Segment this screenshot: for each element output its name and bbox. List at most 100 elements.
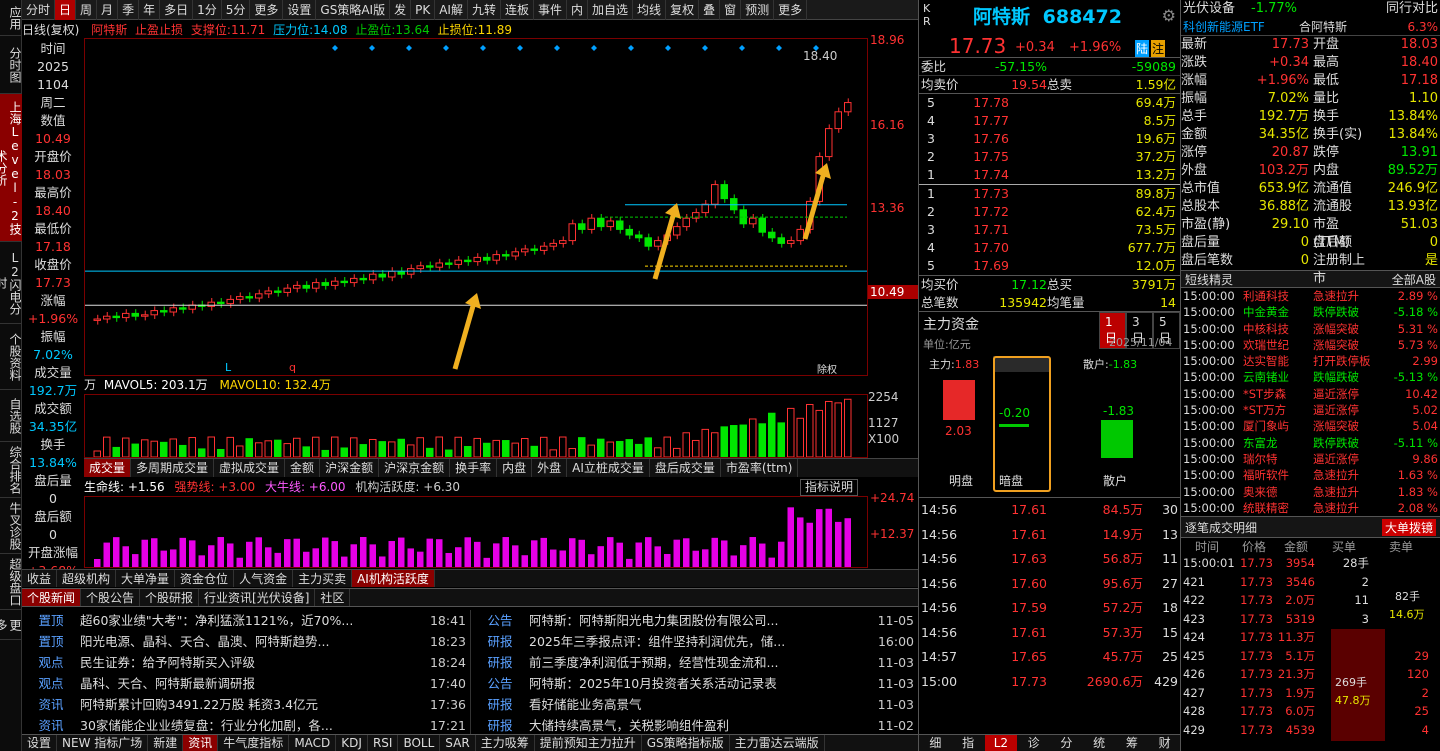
- volume-chart[interactable]: [84, 394, 868, 458]
- toolbar-item[interactable]: 设置: [283, 0, 317, 20]
- indicator-chart[interactable]: [84, 496, 868, 568]
- toolbar-item[interactable]: 月: [97, 0, 119, 20]
- indicator-tab[interactable]: 收益: [22, 570, 58, 587]
- bottom-bar-item[interactable]: 提前预知主力拉升: [535, 735, 642, 751]
- news-title[interactable]: 晶科、天合、阿特斯最新调研报: [80, 673, 418, 694]
- bottom-bar-item[interactable]: GS策略指标版: [642, 735, 730, 751]
- news-item[interactable]: 研报 大储持续高景气，关税影响组件盈利 11-02: [471, 715, 918, 736]
- indicator-tab[interactable]: AI机构活跃度: [352, 570, 435, 587]
- volume-tab[interactable]: 换手率: [450, 459, 498, 477]
- ask-price[interactable]: 17.74: [943, 166, 1009, 184]
- toolbar-item[interactable]: 复权: [666, 0, 700, 20]
- etf-name[interactable]: 科创新能源ETF: [1181, 18, 1299, 35]
- volume-tab[interactable]: 沪深金额: [320, 459, 380, 477]
- spirit-stock[interactable]: 中金黄金: [1243, 304, 1313, 320]
- bottom-bar-item[interactable]: 新建: [148, 735, 184, 751]
- news-tab[interactable]: 社区: [315, 589, 351, 606]
- quote-bottom-tab[interactable]: 财: [1148, 735, 1181, 751]
- spirit-stock[interactable]: 中核科技: [1243, 321, 1313, 337]
- news-title[interactable]: 2025年三季报点评：组件坚持利润优先，储...: [529, 631, 866, 652]
- peer-compare-button[interactable]: 同行对比: [1341, 0, 1440, 18]
- ask-price[interactable]: 17.76: [943, 130, 1009, 148]
- news-item[interactable]: 研报 前三季度净利润低于预期，经营性现金流和... 11-03: [471, 652, 918, 673]
- news-tab[interactable]: 行业资讯[光伏设备]: [199, 589, 316, 606]
- left-nav-tab[interactable]: 更多: [0, 610, 22, 640]
- quote-bottom-tab[interactable]: 细: [919, 735, 952, 751]
- left-nav-tab[interactable]: 超级盘口: [0, 554, 22, 610]
- toolbar-item[interactable]: 季: [118, 0, 140, 20]
- spirit-row[interactable]: 15:00:00 厦门象屿 涨幅突破 5.04: [1181, 418, 1440, 434]
- volume-tab[interactable]: 金额: [285, 459, 321, 477]
- ask-price[interactable]: 17.75: [943, 148, 1009, 166]
- toolbar-item[interactable]: 多日: [160, 0, 194, 20]
- toolbar-item[interactable]: 1分: [193, 0, 222, 20]
- gear-icon[interactable]: ⚙: [1162, 6, 1176, 25]
- quote-bottom-tab[interactable]: 统: [1083, 735, 1116, 751]
- toolbar-item[interactable]: 连板: [501, 0, 534, 20]
- bid-price[interactable]: 17.69: [943, 257, 1009, 275]
- toolbar-item[interactable]: PK: [411, 0, 436, 20]
- left-nav-tab[interactable]: 个股资料: [0, 324, 22, 390]
- indicator-help-button[interactable]: 指标说明: [800, 479, 859, 496]
- volume-tab[interactable]: 多周期成交量: [131, 459, 215, 477]
- left-nav-tab[interactable]: 综合排名: [0, 442, 22, 498]
- toolbar-item[interactable]: 窗: [720, 0, 742, 20]
- toolbar-item[interactable]: GS策略AI版: [316, 0, 391, 20]
- indicator-tab[interactable]: 超级机构: [57, 570, 117, 587]
- spirit-stock[interactable]: 达实智能: [1243, 353, 1313, 369]
- toolbar-item[interactable]: AI解: [435, 0, 468, 20]
- bottom-bar-item[interactable]: 资讯: [183, 735, 219, 751]
- news-title[interactable]: 前三季度净利润低于预期，经营性现金流和...: [529, 652, 866, 673]
- volume-tab[interactable]: 沪深京金额: [379, 459, 451, 477]
- news-title[interactable]: 30家储能企业业绩复盘：行业分化加剧，各...: [80, 715, 418, 736]
- toolbar-item[interactable]: 发: [390, 0, 412, 20]
- left-nav-tab[interactable]: L2闪电分时: [0, 242, 22, 324]
- spirit-stock[interactable]: 奥来德: [1243, 484, 1313, 500]
- toolbar-item[interactable]: 5分: [222, 0, 251, 20]
- sector-name[interactable]: 光伏设备: [1181, 0, 1251, 18]
- spirit-row[interactable]: 15:00:00 瑞尔特 逼近涨停 9.86: [1181, 451, 1440, 467]
- news-title[interactable]: 阿特斯：2025年10月投资者关系活动记录表: [529, 673, 866, 694]
- left-nav-tab[interactable]: 上海Level-2技术分析: [0, 94, 22, 242]
- spirit-row[interactable]: 15:00:00 统联精密 急速拉升 2.08 %: [1181, 500, 1440, 516]
- spirit-stock[interactable]: 瑞尔特: [1243, 451, 1313, 467]
- news-item[interactable]: 研报 2025年三季报点评：组件坚持利润优先，储... 16:00: [471, 631, 918, 652]
- toolbar-item[interactable]: 周: [76, 0, 98, 20]
- news-item[interactable]: 公告 阿特斯：2025年10月投资者关系活动记录表 11-03: [471, 673, 918, 694]
- indicator-name[interactable]: 止盈止损: [135, 23, 183, 37]
- indicator-tab[interactable]: 资金仓位: [175, 570, 235, 587]
- spirit-row[interactable]: 15:00:00 福昕软件 急速拉升 1.63 %: [1181, 467, 1440, 483]
- volume-tab[interactable]: 盘后成交量: [650, 459, 721, 477]
- news-item[interactable]: 资讯 30家储能企业业绩复盘：行业分化加剧，各... 17:21: [22, 715, 470, 736]
- volume-tab[interactable]: 成交量: [84, 459, 132, 477]
- volume-tab[interactable]: 外盘: [532, 459, 568, 477]
- news-title[interactable]: 看好储能业务高景气: [529, 694, 866, 715]
- spirit-stock[interactable]: 福昕软件: [1243, 467, 1313, 483]
- bottom-bar-item[interactable]: SAR: [440, 735, 476, 751]
- spirit-row[interactable]: 15:00:00 奥来德 急速拉升 1.83 %: [1181, 484, 1440, 500]
- bottom-bar-item[interactable]: BOLL: [398, 735, 441, 751]
- spirit-row[interactable]: 15:00:00 中金黄金 跌停跌破 -5.18 %: [1181, 304, 1440, 320]
- bottom-bar-item[interactable]: 主力雷达云端版: [730, 735, 825, 751]
- toolbar-item[interactable]: 九转: [468, 0, 501, 20]
- spirit-stock[interactable]: 利通科技: [1243, 288, 1313, 304]
- news-item[interactable]: 研报 看好储能业务高景气 11-03: [471, 694, 918, 715]
- bottom-bar-item[interactable]: 主力吸筹: [476, 735, 535, 751]
- kline-chart[interactable]: 18.40 L q 除权: [84, 38, 868, 376]
- news-tab[interactable]: 个股研报: [140, 589, 200, 606]
- news-item[interactable]: 资讯 阿特斯累计回购3491.22万股 耗资3.4亿元 17:36: [22, 694, 470, 715]
- spirit-row[interactable]: 15:00:00 *ST步森 逼近涨停 10.42: [1181, 386, 1440, 402]
- bid-price[interactable]: 17.70: [943, 239, 1009, 257]
- spirit-row[interactable]: 15:00:00 云南锗业 跌幅跌破 -5.13 %: [1181, 369, 1440, 385]
- quote-bottom-tab[interactable]: 分: [1050, 735, 1083, 751]
- news-title[interactable]: 大储持续高景气，关税影响组件盈利: [529, 715, 866, 736]
- news-item[interactable]: 公告 阿特斯：阿特斯阳光电力集团股份有限公司... 11-05: [471, 610, 918, 631]
- bottom-bar-item[interactable]: MACD: [289, 735, 337, 751]
- toolbar-item[interactable]: 均线: [633, 0, 667, 20]
- spirit-row[interactable]: 15:00:00 欢瑞世纪 涨幅突破 5.73 %: [1181, 337, 1440, 353]
- spirit-row[interactable]: 15:00:00 *ST万方 逼近涨停 5.02: [1181, 402, 1440, 418]
- quote-bottom-tab[interactable]: 指: [952, 735, 985, 751]
- bottom-bar-item[interactable]: RSI: [368, 735, 399, 751]
- indicator-tab[interactable]: 主力买卖: [293, 570, 353, 587]
- toolbar-item[interactable]: 日: [55, 0, 77, 20]
